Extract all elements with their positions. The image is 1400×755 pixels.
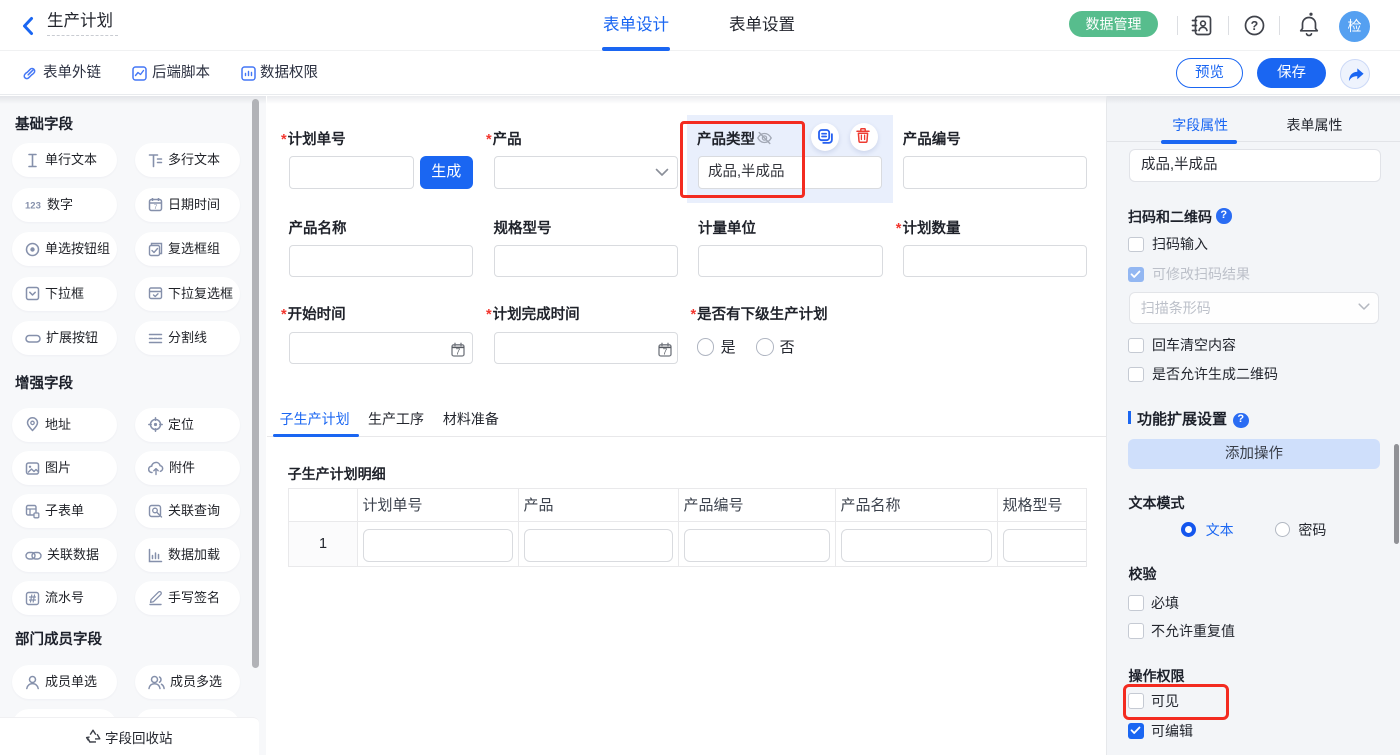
svg-text:7: 7 (455, 346, 460, 356)
svg-text:7: 7 (663, 346, 668, 356)
svg-text:7: 7 (153, 204, 157, 211)
svg-text:?: ? (1251, 19, 1259, 33)
svg-text:123: 123 (25, 201, 41, 212)
